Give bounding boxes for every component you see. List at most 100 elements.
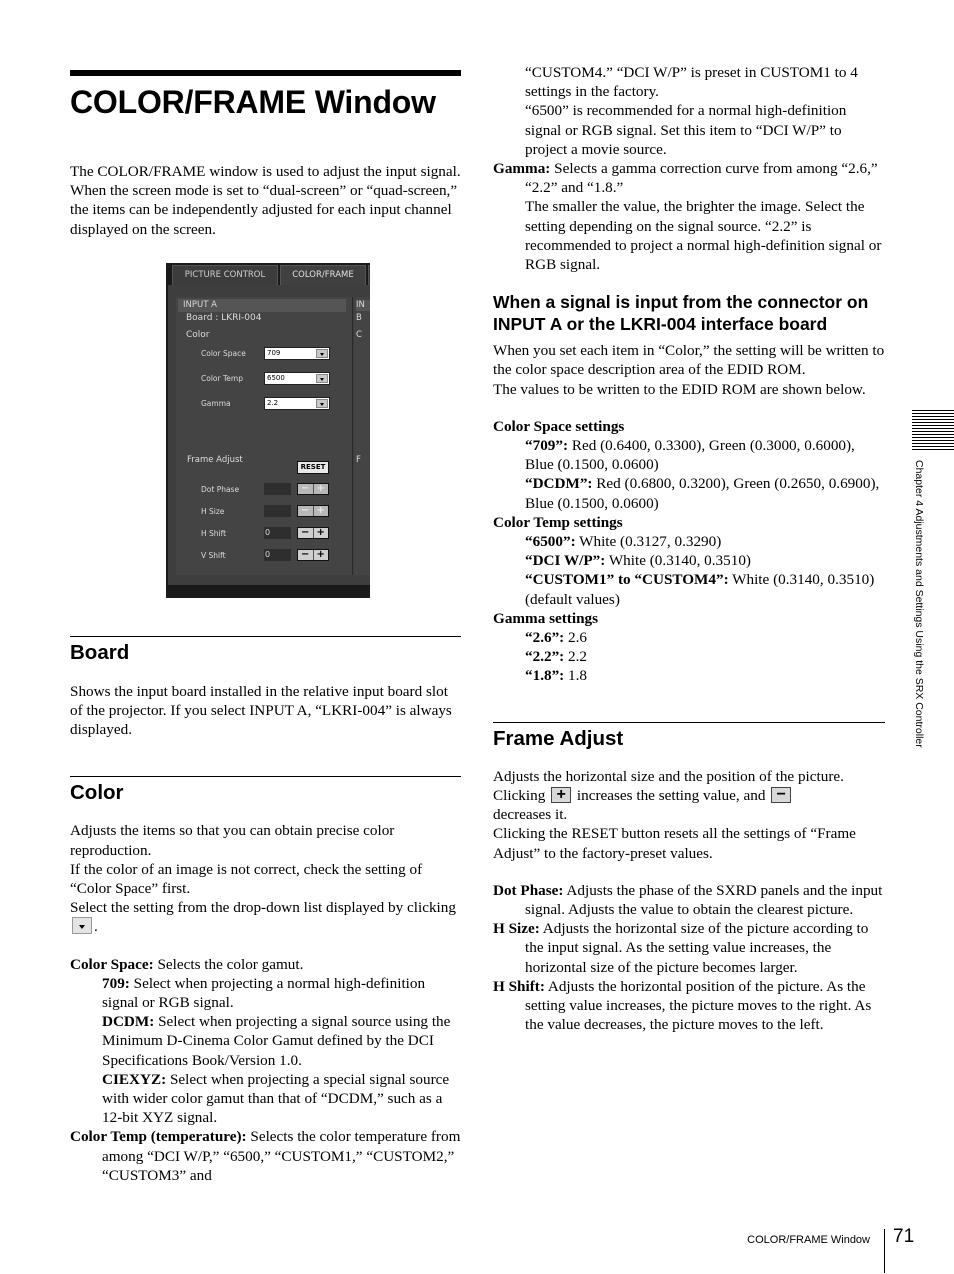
settings-group: “2.6”: 2.6 “2.2”: 2.2 “1.8”: 1.8 <box>493 628 885 686</box>
description: The smaller the value, the brighter the … <box>525 198 882 274</box>
panel-header: INPUT A <box>178 299 346 312</box>
definition-h-shift: H Shift: Adjusts the horizontal position… <box>493 977 885 1035</box>
window-body: INPUT A Board : LKRI-004 Color Color Spa… <box>168 285 370 585</box>
select-value: 2.2 <box>267 399 279 407</box>
settings-group-title: Color Space settings <box>493 417 885 436</box>
term: “6500”: <box>525 533 576 551</box>
section-rule <box>70 635 461 637</box>
gamma-select[interactable]: 2.2 <box>264 397 330 410</box>
description: “6500” is recommended for a normal high-… <box>525 102 847 158</box>
settings-group-title: Color Temp settings <box>493 513 885 532</box>
footer-divider <box>884 1229 885 1273</box>
input-b-panel-partial: IN B C F <box>354 297 370 575</box>
frame-adjust-label: Frame Adjust <box>187 455 243 465</box>
description: 2.6 <box>564 629 588 647</box>
paragraph-text: increases the setting value, and <box>576 786 766 804</box>
gamma-label: Gamma <box>201 399 231 408</box>
setting-item: “709”: Red (0.6400, 0.3300), Green (0.30… <box>525 436 885 474</box>
color-paragraph-text: Select the setting from the drop-down li… <box>70 899 456 917</box>
section-rule <box>70 776 461 778</box>
term: H Shift: <box>493 977 545 995</box>
term: Gamma: <box>493 160 551 178</box>
term: Color Space: <box>70 955 154 973</box>
board-heading: Board <box>70 640 130 664</box>
description: Select when projecting a signal source u… <box>102 1013 451 1069</box>
chevron-down-icon[interactable] <box>316 399 328 408</box>
h-shift-stepper: − + <box>297 527 329 539</box>
plus-button[interactable]: + <box>312 550 329 560</box>
color-group-label: Color <box>186 330 210 340</box>
page-title: COLOR/FRAME Window <box>70 84 436 120</box>
minus-button[interactable]: − <box>298 550 313 560</box>
select-value: 6500 <box>267 374 285 382</box>
setting-item: “2.2”: 2.2 <box>525 647 885 666</box>
description: Red (0.6400, 0.3300), Green (0.3000, 0.6… <box>525 437 855 474</box>
term: “DCI W/P”: <box>525 552 606 570</box>
color-temp-continued: “CUSTOM4.” “DCI W/P” is preset in CUSTOM… <box>493 63 885 159</box>
minus-button[interactable]: − <box>298 528 313 538</box>
frame-paragraph: Clicking the RESET button resets all the… <box>493 825 856 862</box>
left-column: COLOR/FRAME Window The COLOR/FRAME windo… <box>70 70 461 1185</box>
paragraph-text: Clicking <box>493 786 546 804</box>
footer-section-label: COLOR/FRAME Window <box>747 1234 870 1246</box>
description: 1.8 <box>564 667 588 685</box>
definition-h-size: H Size: Adjusts the horizontal size of t… <box>493 919 885 977</box>
v-shift-value[interactable]: 0 <box>264 549 291 561</box>
setting-item: “6500”: White (0.3127, 0.3290) <box>525 532 885 551</box>
term: “CUSTOM1” to “CUSTOM4”: <box>525 571 729 589</box>
term: “2.6”: <box>525 629 565 647</box>
setting-item: “2.6”: 2.6 <box>525 628 885 647</box>
term: CIEXYZ: <box>102 1070 167 1088</box>
edid-heading: When a signal is input from the connecto… <box>493 292 869 335</box>
frame-adjust-label: F <box>356 455 361 465</box>
color-group-label: C <box>356 330 362 340</box>
color-temp-select[interactable]: 6500 <box>264 372 330 385</box>
chevron-down-icon[interactable] <box>316 349 328 358</box>
definition-color-space: Color Space: Selects the color gamut. <box>70 955 461 974</box>
tab-picture-control[interactable]: PICTURE CONTROL <box>172 265 278 285</box>
tab-next[interactable] <box>368 265 370 285</box>
color-space-options: 709: Select when projecting a normal hig… <box>70 974 461 1128</box>
page-number: 71 <box>893 1226 915 1247</box>
color-paragraph-text: . <box>94 918 98 936</box>
option-item: CIEXYZ: Select when projecting a special… <box>102 1070 461 1128</box>
intro-paragraph: The COLOR/FRAME window is used to adjust… <box>70 163 461 180</box>
definition-dot-phase: Dot Phase: Adjusts the phase of the SXRD… <box>493 881 885 919</box>
chevron-down-icon[interactable] <box>316 374 328 383</box>
edid-paragraph: The values to be written to the EDID ROM… <box>493 380 866 398</box>
description: 2.2 <box>564 648 588 666</box>
description: Selects a gamma correction curve from am… <box>525 160 878 197</box>
frame-adjust-heading: Frame Adjust <box>493 726 624 750</box>
tab-color-frame[interactable]: COLOR/FRAME <box>280 265 366 285</box>
color-paragraph: If the color of an image is not correct,… <box>70 860 423 898</box>
color-space-select[interactable]: 709 <box>264 347 330 360</box>
edid-intro: When you set each item in “Color,” the s… <box>493 341 885 399</box>
option-item: 709: Select when projecting a normal hig… <box>102 974 461 1012</box>
frame-definitions: Dot Phase: Adjusts the phase of the SXRD… <box>493 881 885 1035</box>
input-a-panel: INPUT A Board : LKRI-004 Color Color Spa… <box>176 297 353 575</box>
color-intro: Adjusts the items so that you can obtain… <box>70 821 461 936</box>
title-rule <box>70 70 461 76</box>
minus-button-icon: − <box>771 785 792 803</box>
board-text: Shows the input board installed in the r… <box>70 682 452 739</box>
section-rule <box>493 721 885 723</box>
edid-settings: Color Space settings “709”: Red (0.6400,… <box>493 417 885 686</box>
frame-paragraph: Adjusts the horizontal size and the posi… <box>493 767 844 785</box>
reset-button[interactable]: RESET <box>297 461 329 474</box>
term: “709”: <box>525 437 569 455</box>
term: “DCDM”: <box>525 475 593 493</box>
h-size-value <box>264 505 291 517</box>
minus-glyph: − <box>776 785 786 803</box>
v-shift-label: V Shift <box>201 551 226 560</box>
minus-icon: − <box>301 483 310 494</box>
plus-button[interactable]: + <box>312 528 329 538</box>
color-paragraph: Adjusts the items so that you can obtain… <box>70 822 395 859</box>
dot-phase-value <box>264 483 291 495</box>
h-shift-value[interactable]: 0 <box>264 527 291 539</box>
frame-intro: Adjusts the horizontal size and the posi… <box>493 767 885 863</box>
color-temp-label: Color Temp <box>201 374 243 383</box>
board-label: Board : LKRI-004 <box>186 313 262 323</box>
board-label: B <box>356 313 362 323</box>
description: White (0.3127, 0.3290) <box>575 533 722 551</box>
h-size-stepper: − + <box>297 505 329 517</box>
